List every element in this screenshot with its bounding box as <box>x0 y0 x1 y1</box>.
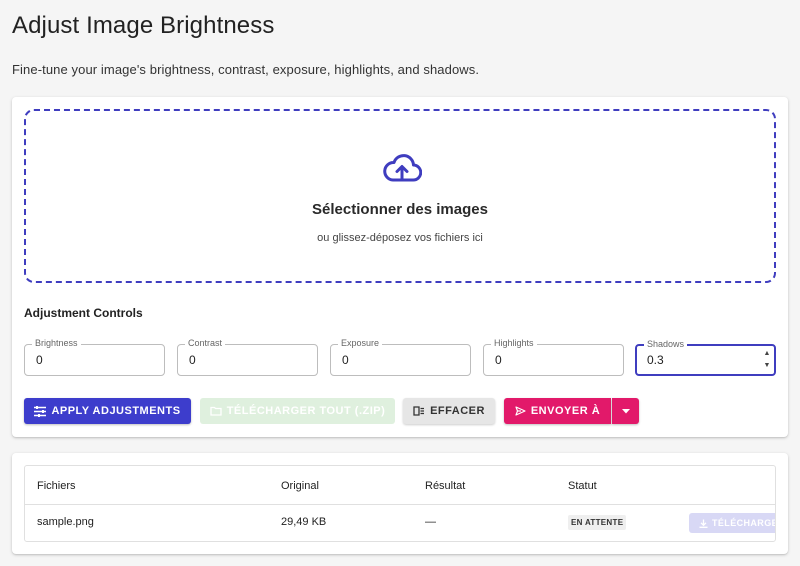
cloud-upload-icon <box>383 154 422 182</box>
page-title: Adjust Image Brightness <box>12 12 275 39</box>
column-header-files: Fichiers <box>37 480 76 492</box>
files-card: Fichiers Original Résultat Statut sample… <box>12 453 788 554</box>
image-dropzone[interactable]: Sélectionner des images ou glissez-dépos… <box>24 109 776 283</box>
folder-icon <box>210 406 222 416</box>
download-icon <box>699 519 708 528</box>
contrast-value: 0 <box>189 353 196 367</box>
tune-icon <box>34 405 47 417</box>
row-download-button[interactable]: TÉLÉCHARGER <box>689 513 775 533</box>
column-header-result: Résultat <box>425 480 466 492</box>
download-all-zip-button[interactable]: TÉLÉCHARGER TOUT (.ZIP) <box>200 398 395 424</box>
dropzone-subtitle: ou glissez-déposez vos fichiers ici <box>317 232 483 244</box>
send-to-dropdown-button[interactable] <box>612 398 639 424</box>
row-download-label: TÉLÉCHARGER <box>712 518 775 528</box>
number-stepper[interactable]: ▲ ▼ <box>763 348 771 372</box>
chevron-up-icon[interactable]: ▲ <box>763 348 771 360</box>
brightness-field[interactable]: Brightness 0 <box>24 338 165 376</box>
download-all-zip-label: TÉLÉCHARGER TOUT (.ZIP) <box>226 405 386 417</box>
files-table: Fichiers Original Résultat Statut sample… <box>24 465 776 542</box>
header-divider <box>25 504 775 505</box>
highlights-field[interactable]: Highlights 0 <box>483 338 624 376</box>
dropzone-title: Sélectionner des images <box>312 201 488 218</box>
clear-label: EFFACER <box>430 405 485 417</box>
chevron-down-icon[interactable]: ▼ <box>763 360 771 372</box>
contrast-field[interactable]: Contrast 0 <box>177 338 318 376</box>
status-badge: EN ATTENTE <box>568 515 627 530</box>
page-subtitle: Fine-tune your image's brightness, contr… <box>12 62 480 77</box>
exposure-value: 0 <box>342 353 349 367</box>
clear-all-icon <box>413 406 425 416</box>
column-header-original: Original <box>281 480 319 492</box>
exposure-field[interactable]: Exposure 0 <box>330 338 471 376</box>
caret-down-icon <box>621 408 630 413</box>
contrast-label: Contrast <box>185 338 226 349</box>
brightness-label: Brightness <box>32 338 81 349</box>
shadows-value: 0.3 <box>647 353 664 367</box>
brightness-value: 0 <box>36 353 43 367</box>
send-to-label: ENVOYER À <box>530 405 601 417</box>
adjust-card: Sélectionner des images ou glissez-dépos… <box>12 97 788 437</box>
send-icon <box>515 406 526 416</box>
column-header-status: Statut <box>568 480 597 492</box>
highlights-label: Highlights <box>491 338 537 349</box>
clear-button[interactable]: EFFACER <box>403 398 495 424</box>
result-size: — <box>425 516 436 528</box>
file-name: sample.png <box>37 516 94 528</box>
apply-adjustments-button[interactable]: APPLY ADJUSTMENTS <box>24 398 191 424</box>
original-size: 29,49 KB <box>281 516 327 528</box>
adjustment-controls-title: Adjustment Controls <box>24 306 143 320</box>
apply-adjustments-label: APPLY ADJUSTMENTS <box>51 405 181 417</box>
send-to-button[interactable]: ENVOYER À <box>504 398 611 424</box>
exposure-label: Exposure <box>338 338 383 349</box>
highlights-value: 0 <box>495 353 502 367</box>
shadows-label: Shadows <box>644 339 688 350</box>
shadows-field[interactable]: Shadows 0.3 ▲ ▼ <box>635 339 776 376</box>
